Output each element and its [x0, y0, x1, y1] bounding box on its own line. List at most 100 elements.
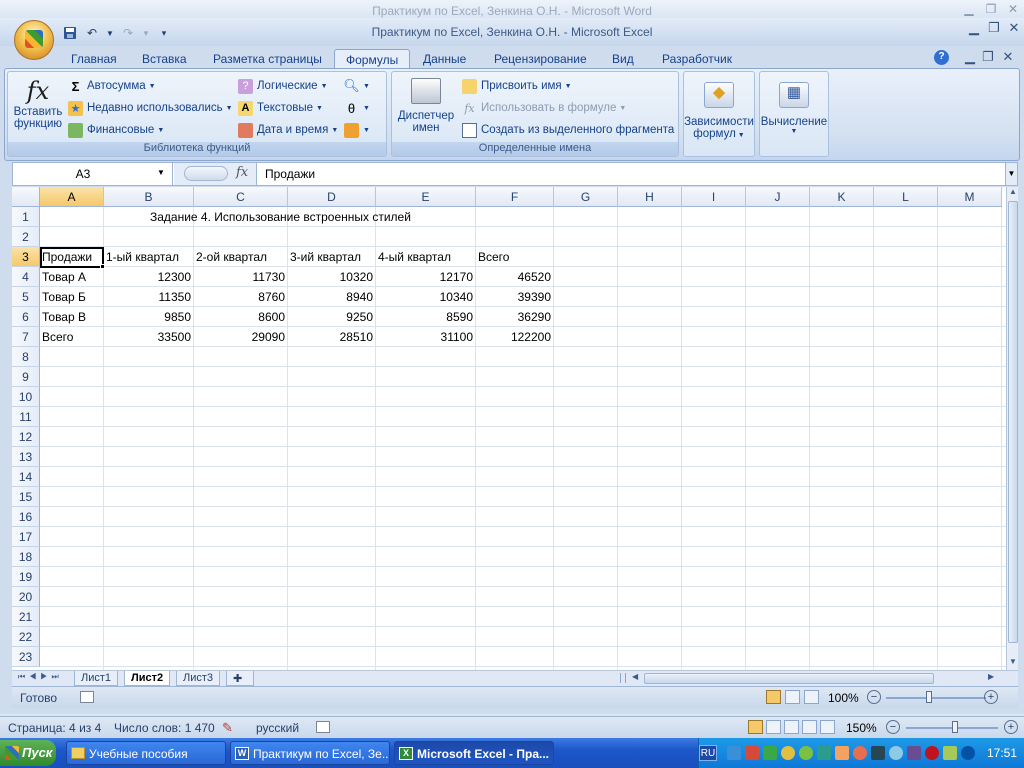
tab-page-layout[interactable]: Разметка страницы	[202, 49, 333, 69]
row-header-13[interactable]: 13	[12, 447, 40, 467]
value-cell[interactable]: 9850	[104, 307, 194, 327]
row-header-20[interactable]: 20	[12, 587, 40, 607]
scroll-up-icon[interactable]: ▲	[1008, 187, 1018, 199]
value-cell[interactable]: 11730	[194, 267, 288, 287]
select-all-corner[interactable]	[12, 187, 40, 207]
header-cell[interactable]: 2-ой квартал	[196, 247, 267, 267]
spreadsheet-grid[interactable]: ABCDEFGHIJKLM 1 2 3 4 5 6 7 8 9 10 11 12 13 14 15 16 17 1…	[12, 187, 1006, 670]
row-header-3[interactable]: 3	[12, 247, 40, 267]
column-header-d[interactable]: D	[288, 187, 376, 207]
sheet-tab-1[interactable]: Лист1	[74, 671, 119, 686]
language-indicator[interactable]: RU	[699, 745, 717, 761]
row-header-19[interactable]: 19	[12, 567, 40, 587]
customize-qat-icon[interactable]: ▾	[156, 25, 172, 41]
row-header-16[interactable]: 16	[12, 507, 40, 527]
formula-bar-resize-handle[interactable]	[184, 166, 228, 181]
row-label-cell[interactable]: Всего	[42, 327, 73, 347]
tab-formulas[interactable]: Формулы	[334, 49, 411, 69]
word-minimize-icon[interactable]: ▁	[960, 2, 978, 16]
zoom-slider-thumb[interactable]	[926, 691, 932, 703]
value-cell[interactable]: 12170	[376, 267, 476, 287]
word-zoom-thumb[interactable]	[952, 721, 958, 733]
speaker-icon[interactable]	[835, 746, 849, 760]
tray-app-icon[interactable]	[817, 746, 831, 760]
excel-minimize-icon[interactable]: ▁	[964, 20, 984, 36]
expand-formula-bar-icon[interactable]: ▼	[1005, 163, 1017, 185]
name-box-dropdown-icon[interactable]: ▼	[157, 168, 165, 177]
help-icon[interactable]: ?	[934, 50, 949, 65]
row-header-15[interactable]: 15	[12, 487, 40, 507]
ribbon-restore-icon[interactable]: ❐	[978, 49, 998, 65]
word-zoom-in-icon[interactable]: +	[1004, 720, 1018, 734]
row-header-14[interactable]: 14	[12, 467, 40, 487]
row-header-4[interactable]: 4	[12, 267, 40, 287]
value-cell[interactable]: 8600	[194, 307, 288, 327]
datetime-functions-button[interactable]: Дата и время ▼	[238, 120, 338, 140]
taskbar-item-word[interactable]: W Практикум по Excel, Зе...	[230, 741, 390, 765]
excel-close-icon[interactable]: ✕	[1004, 20, 1024, 36]
row-label-cell[interactable]: Товар Б	[42, 287, 86, 307]
header-cell[interactable]: 3-ий квартал	[290, 247, 361, 267]
tray-app-icon[interactable]	[781, 746, 795, 760]
insert-function-button[interactable]: fx Вставить функцию	[12, 76, 64, 142]
macro-record-icon[interactable]	[80, 691, 94, 703]
header-cell[interactable]: 1-ый квартал	[106, 247, 179, 267]
tab-insert[interactable]: Вставка	[131, 49, 198, 69]
formula-auditing-group[interactable]: ◆ Зависимости формул ▼	[683, 71, 755, 157]
word-macro-icon[interactable]	[316, 721, 330, 733]
insert-function-icon[interactable]: fx	[236, 165, 248, 180]
value-cell[interactable]: 8760	[194, 287, 288, 307]
value-cell[interactable]: 11350	[104, 287, 194, 307]
ribbon-minimize-icon[interactable]: ▁	[960, 49, 980, 65]
row-header-22[interactable]: 22	[12, 627, 40, 647]
value-cell[interactable]: 29090	[194, 327, 288, 347]
print-layout-icon[interactable]	[748, 720, 763, 734]
value-cell[interactable]: 10340	[376, 287, 476, 307]
zoom-in-icon[interactable]: +	[984, 690, 998, 704]
outline-view-icon[interactable]	[802, 720, 817, 734]
name-box[interactable]: A3 ▼	[13, 163, 173, 185]
column-header-b[interactable]: B	[104, 187, 194, 207]
value-cell[interactable]: 46520	[476, 267, 554, 287]
column-header-l[interactable]: L	[874, 187, 938, 207]
row-header-23[interactable]: 23	[12, 647, 40, 667]
value-cell[interactable]: 39390	[476, 287, 554, 307]
row-header-10[interactable]: 10	[12, 387, 40, 407]
row-label-cell[interactable]: Товар В	[42, 307, 86, 327]
row-header-17[interactable]: 17	[12, 527, 40, 547]
row-header-2[interactable]: 2	[12, 227, 40, 247]
row-header-21[interactable]: 21	[12, 607, 40, 627]
tray-app-icon[interactable]	[925, 746, 939, 760]
header-cell[interactable]: 4-ый квартал	[378, 247, 451, 267]
text-functions-button[interactable]: A Текстовые ▼	[238, 98, 323, 118]
column-header-e[interactable]: E	[376, 187, 476, 207]
tab-review[interactable]: Рецензирование	[483, 49, 598, 69]
sheet-nav-icons[interactable]: ⏮◀▶⏭	[18, 672, 63, 682]
undo-dropdown-icon[interactable]: ▼	[106, 25, 114, 41]
sheet-tab-2[interactable]: Лист2	[124, 671, 171, 686]
redo-dropdown-icon[interactable]: ▼	[142, 25, 150, 41]
row-header-1[interactable]: 1	[12, 207, 40, 227]
row-header-7[interactable]: 7	[12, 327, 40, 347]
sheet-tab-3[interactable]: Лист3	[176, 671, 221, 686]
column-header-i[interactable]: I	[682, 187, 746, 207]
zoom-level[interactable]: 100%	[828, 691, 859, 705]
value-cell[interactable]: 33500	[104, 327, 194, 347]
zoom-slider-track[interactable]	[886, 697, 986, 699]
web-layout-icon[interactable]	[784, 720, 799, 734]
word-zoom-level[interactable]: 150%	[846, 721, 877, 735]
value-cell[interactable]: 12300	[104, 267, 194, 287]
column-header-h[interactable]: H	[618, 187, 682, 207]
row-header-8[interactable]: 8	[12, 347, 40, 367]
tray-app-icon[interactable]	[907, 746, 921, 760]
column-header-j[interactable]: J	[746, 187, 810, 207]
spellcheck-icon[interactable]: ✎	[222, 720, 233, 736]
formula-input[interactable]: Продажи	[265, 167, 315, 181]
tab-data[interactable]: Данные	[412, 49, 477, 69]
undo-icon[interactable]: ↶	[84, 25, 100, 41]
tab-developer[interactable]: Разработчик	[651, 49, 743, 69]
value-cell[interactable]: 31100	[376, 327, 476, 347]
tray-app-icon[interactable]	[763, 746, 777, 760]
word-count[interactable]: Число слов: 1 470	[114, 721, 215, 735]
word-zoom-out-icon[interactable]: −	[886, 720, 900, 734]
